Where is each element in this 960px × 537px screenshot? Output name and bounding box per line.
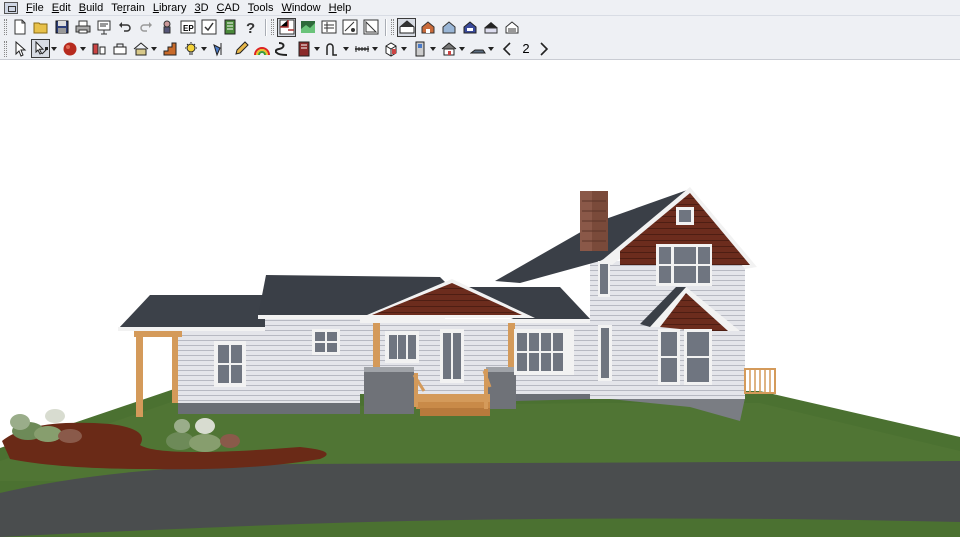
menu-library[interactable]: Library bbox=[149, 0, 191, 16]
window bbox=[312, 329, 340, 355]
edit-handles-icon[interactable] bbox=[31, 39, 50, 58]
new-file-icon[interactable] bbox=[10, 18, 29, 37]
question-help-icon[interactable]: ? bbox=[241, 18, 260, 37]
technical-illustration-icon[interactable] bbox=[502, 18, 521, 37]
spline-curve-icon[interactable] bbox=[323, 39, 342, 58]
chevron-down-icon[interactable] bbox=[150, 39, 157, 58]
material-list-icon[interactable] bbox=[220, 18, 239, 37]
chevron-down-icon[interactable] bbox=[50, 39, 57, 58]
floor-up-chevron-right-icon[interactable] bbox=[534, 39, 553, 58]
svg-text:EP: EP bbox=[183, 24, 194, 33]
redo-icon[interactable] bbox=[136, 18, 155, 37]
menu-3d[interactable]: 3D bbox=[190, 0, 212, 16]
plan-ep-icon[interactable]: EP bbox=[178, 18, 197, 37]
toolbar-grip[interactable] bbox=[271, 19, 274, 35]
rainbow-material-icon[interactable] bbox=[252, 39, 271, 58]
cad-detail-view-icon[interactable] bbox=[361, 18, 380, 37]
toolbar-separator bbox=[385, 18, 387, 36]
select-arrow-icon[interactable] bbox=[10, 39, 29, 58]
toolbar-grip[interactable] bbox=[391, 19, 394, 35]
print-preview-icon[interactable] bbox=[94, 18, 113, 37]
attic-window bbox=[676, 207, 694, 225]
library-book-icon[interactable] bbox=[294, 39, 313, 58]
glass-house-3d-icon[interactable] bbox=[460, 18, 479, 37]
chevron-down-icon[interactable] bbox=[313, 39, 320, 58]
color-sphere-icon[interactable] bbox=[60, 39, 79, 58]
floor-plan-view-icon[interactable] bbox=[277, 17, 296, 37]
menu-bar: File Edit Build Terrain Library 3D CAD T… bbox=[0, 0, 960, 16]
cross-section-view-icon[interactable] bbox=[319, 18, 338, 37]
menu-build[interactable]: Build bbox=[75, 0, 107, 16]
toolbar-grip[interactable] bbox=[4, 19, 7, 35]
main-toolbar: EP ? bbox=[0, 16, 960, 38]
chevron-down-icon[interactable] bbox=[458, 39, 465, 58]
help-agent-icon[interactable] bbox=[157, 18, 176, 37]
window bbox=[214, 341, 246, 387]
cabinet-tools-icon[interactable] bbox=[131, 39, 150, 58]
app-icon[interactable] bbox=[4, 1, 18, 14]
menu-window[interactable]: Window bbox=[277, 0, 324, 16]
edit-toolbar: 2 bbox=[0, 38, 960, 60]
open-folder-icon[interactable] bbox=[31, 18, 50, 37]
pencil-cad-icon[interactable] bbox=[231, 39, 250, 58]
chevron-down-icon[interactable] bbox=[200, 39, 207, 58]
window-door-icon[interactable] bbox=[410, 39, 429, 58]
stair-tools-icon[interactable] bbox=[160, 39, 179, 58]
elevation-view-icon[interactable] bbox=[298, 18, 317, 37]
chevron-down-icon[interactable] bbox=[400, 39, 407, 58]
side-deck-railing bbox=[744, 368, 776, 394]
chevron-down-icon[interactable] bbox=[79, 39, 86, 58]
chevron-down-icon[interactable] bbox=[342, 39, 349, 58]
menu-edit[interactable]: Edit bbox=[48, 0, 75, 16]
dimension-line-icon[interactable] bbox=[352, 39, 371, 58]
full-overview-3d-icon[interactable] bbox=[397, 17, 416, 37]
layout-view-icon[interactable] bbox=[340, 18, 359, 37]
perspective-3d-house-icon[interactable] bbox=[439, 18, 458, 37]
light-bulb-icon[interactable] bbox=[181, 39, 200, 58]
slab-terrain-icon[interactable] bbox=[468, 39, 487, 58]
print-icon[interactable] bbox=[73, 18, 92, 37]
menu-terrain[interactable]: Terrain bbox=[107, 0, 149, 16]
cube-3d-icon[interactable] bbox=[381, 39, 400, 58]
toolbar-grip[interactable] bbox=[4, 40, 7, 57]
current-floor-number: 2 bbox=[522, 41, 530, 56]
menu-tools[interactable]: Tools bbox=[244, 0, 278, 16]
floor-down-chevron-left-icon[interactable] bbox=[497, 39, 516, 58]
chimney bbox=[580, 191, 608, 251]
chevron-down-icon[interactable] bbox=[429, 39, 436, 58]
chevron-down-icon[interactable] bbox=[371, 39, 378, 58]
menu-help[interactable]: Help bbox=[325, 0, 356, 16]
menu-file[interactable]: File bbox=[22, 0, 48, 16]
roof-tools-icon[interactable] bbox=[439, 39, 458, 58]
left-covered-porch-roof bbox=[118, 295, 265, 331]
svg-text:?: ? bbox=[246, 20, 255, 35]
wall-tools-icon[interactable] bbox=[89, 39, 108, 58]
dimension-tools-icon[interactable] bbox=[210, 39, 229, 58]
chevron-down-icon[interactable] bbox=[487, 39, 494, 58]
camera-3d-house-icon[interactable] bbox=[418, 18, 437, 37]
terrain-path-icon[interactable] bbox=[273, 39, 292, 58]
3d-view-canvas[interactable] bbox=[0, 61, 960, 537]
save-disk-icon[interactable] bbox=[52, 18, 71, 37]
checklist-icon[interactable] bbox=[199, 18, 218, 37]
room-tools-icon[interactable] bbox=[110, 39, 129, 58]
dollhouse-3d-icon[interactable] bbox=[481, 18, 500, 37]
toolbar-separator bbox=[265, 18, 267, 36]
undo-icon[interactable] bbox=[115, 18, 134, 37]
menu-cad[interactable]: CAD bbox=[213, 0, 244, 16]
